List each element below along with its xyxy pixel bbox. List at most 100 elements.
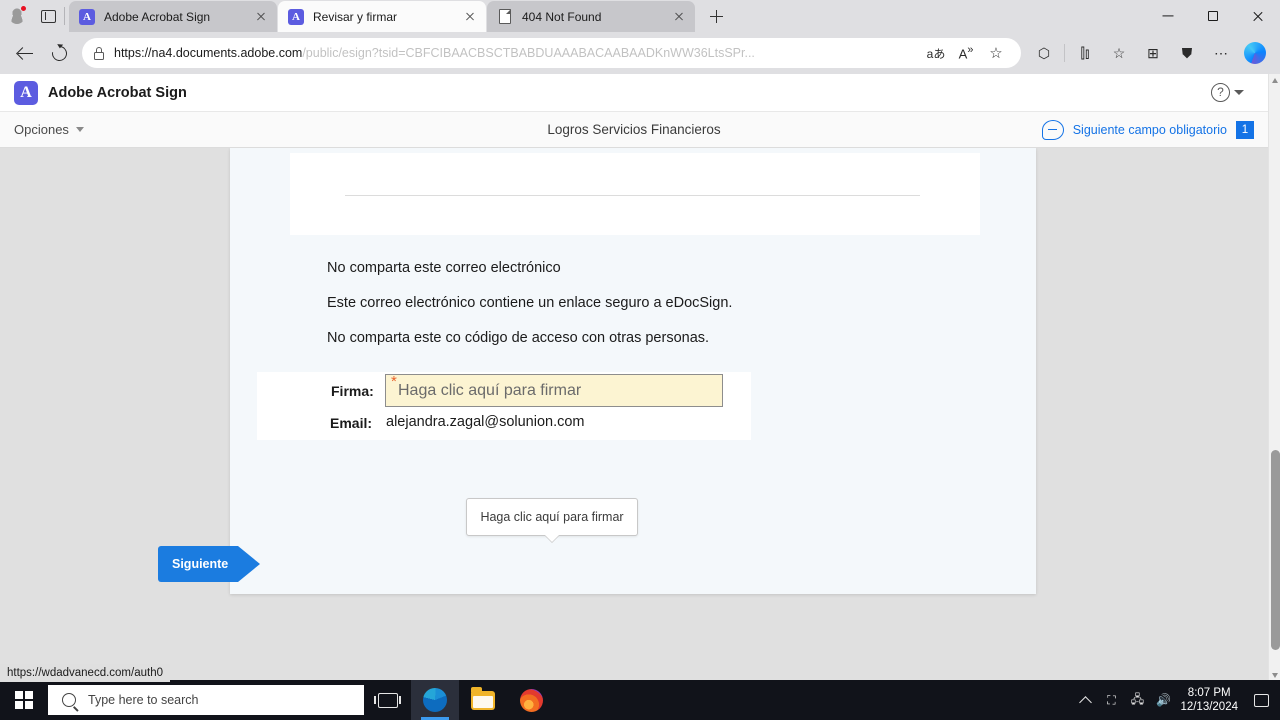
file-explorer-icon [471, 686, 495, 710]
tab-search-button[interactable] [34, 0, 62, 32]
scroll-up-arrow-icon[interactable] [1269, 74, 1280, 88]
page-icon [497, 9, 513, 25]
tab-title: Adobe Acrobat Sign [104, 9, 211, 24]
signature-tooltip: Haga clic aquí para firmar [466, 498, 638, 543]
acrobat-icon: A [79, 8, 95, 25]
next-required-field-group: Siguiente campo obligatorio 1 [1041, 119, 1254, 140]
notification-button[interactable] [1246, 680, 1276, 720]
options-menu-button[interactable]: Opciones [14, 122, 84, 137]
horizontal-rule [345, 195, 920, 196]
copilot-icon[interactable] [1238, 38, 1272, 68]
collections-icon[interactable]: ⊞ [1136, 38, 1170, 68]
url-text: https://na4.documents.adobe.com/public/e… [114, 46, 921, 60]
close-icon[interactable] [462, 9, 478, 25]
divider [64, 7, 65, 25]
close-icon[interactable] [253, 9, 269, 25]
page-viewport: A Adobe Acrobat Sign ? Opciones Logros S… [0, 74, 1268, 682]
back-button[interactable] [8, 38, 42, 68]
tab-404-not-found[interactable]: 404 Not Found [487, 1, 695, 32]
taskbar-app-file-explorer[interactable] [459, 680, 507, 720]
tab-search-icon [40, 9, 56, 23]
divider [1064, 44, 1065, 62]
chevron-down-icon [75, 127, 84, 132]
url-domain: https://na4.documents.adobe.com [114, 46, 303, 60]
favorites-icon[interactable]: ☆ [1102, 38, 1136, 68]
taskbar-search-input[interactable]: Type here to search [48, 685, 364, 715]
firefox-icon [519, 688, 543, 712]
screen-root: A Adobe Acrobat Sign A Revisar y firmar … [0, 0, 1280, 720]
document-paragraph: No comparta este co código de acceso con… [327, 330, 710, 346]
reload-button[interactable] [42, 38, 76, 68]
url-path: /public/esign?tsid=CBFCIBAACBSCTBABDUAAA… [302, 46, 755, 60]
next-required-field-count: 1 [1236, 120, 1254, 139]
maximize-button[interactable] [1190, 0, 1235, 32]
aa-translate-icon[interactable]: aあ [921, 39, 951, 67]
camera-icon[interactable]: ⛶ [1098, 680, 1124, 720]
window-controls [1145, 0, 1280, 32]
profile-alert-dot [20, 5, 27, 12]
acrobat-sign-logo: A [14, 80, 38, 105]
reload-icon [48, 42, 70, 64]
search-icon [62, 693, 76, 707]
task-view-button[interactable] [364, 680, 411, 720]
next-field-tag[interactable]: Siguiente [158, 546, 261, 582]
arrow-left-icon [17, 45, 34, 62]
close-icon[interactable] [671, 9, 687, 25]
shopping-icon[interactable]: ⛊ [1170, 38, 1204, 68]
taskbar-clock[interactable]: 8:07 PM 12/13/2024 [1176, 686, 1246, 714]
taskbar-app-edge[interactable] [411, 680, 459, 720]
next-required-field-link[interactable]: Siguiente campo obligatorio [1073, 123, 1227, 137]
tab-title: 404 Not Found [522, 9, 602, 24]
options-label: Opciones [14, 122, 69, 137]
document-paragraph: Este correo electrónico contiene un enla… [327, 295, 733, 311]
email-field-label: Email: [330, 415, 373, 431]
settings-more-icon[interactable]: ⋯ [1204, 38, 1238, 68]
tab-revisar-y-firmar[interactable]: A Revisar y firmar [278, 1, 486, 32]
browser-essentials-icon[interactable]: ⬡ [1027, 38, 1061, 68]
url-input[interactable]: https://na4.documents.adobe.com/public/e… [82, 38, 1021, 68]
split-screen-icon[interactable]: ⫿⫾ [1068, 38, 1102, 68]
tab-adobe-acrobat-sign[interactable]: A Adobe Acrobat Sign [69, 1, 277, 32]
vertical-scrollbar[interactable] [1268, 74, 1280, 682]
next-tag-arrow-icon [238, 546, 261, 582]
help-circle-icon[interactable]: ? [1211, 83, 1230, 102]
taskbar-app-firefox[interactable] [507, 680, 555, 720]
notification-icon [1253, 693, 1269, 707]
network-icon[interactable]: 🖧 [1124, 680, 1150, 720]
system-tray: ⛶ 🖧 🔊 8:07 PM 12/13/2024 [1072, 680, 1280, 720]
scrollbar-thumb[interactable] [1271, 450, 1280, 650]
acrobat-icon: A [288, 8, 304, 25]
document-toolbar: Opciones Logros Servicios Financieros Si… [0, 112, 1268, 148]
clock-time: 8:07 PM [1187, 687, 1231, 699]
help-menu[interactable]: ? [1211, 83, 1254, 102]
windows-start-icon [15, 691, 33, 709]
show-hidden-icons-chevron[interactable] [1072, 680, 1098, 720]
document-header-block [290, 153, 980, 235]
favorite-star-icon[interactable]: ☆ [981, 39, 1011, 67]
document-canvas[interactable]: No comparta este correo electrónico Este… [0, 148, 1268, 682]
chevron-down-icon[interactable] [1234, 90, 1244, 95]
new-tab-button[interactable] [702, 2, 730, 30]
volume-icon[interactable]: 🔊 [1150, 680, 1176, 720]
address-bar: https://na4.documents.adobe.com/public/e… [0, 32, 1280, 74]
read-aloud-icon[interactable]: A» [951, 39, 981, 67]
window-close-button[interactable] [1235, 0, 1280, 32]
windows-start-button[interactable] [0, 680, 48, 720]
tab-strip: A Adobe Acrobat Sign A Revisar y firmar … [0, 0, 1280, 32]
comment-bubble-icon[interactable] [1041, 119, 1064, 140]
signature-placeholder: Haga clic aquí para firmar [398, 381, 582, 399]
status-bar-url: https://wdadvanecd.com/auth0 [0, 664, 170, 682]
required-asterisk-icon: * [391, 373, 397, 390]
clock-date: 12/13/2024 [1180, 701, 1238, 713]
minimize-button[interactable] [1145, 0, 1190, 32]
signature-input[interactable]: * Haga clic aquí para firmar [385, 374, 723, 407]
tab-title: Revisar y firmar [313, 9, 398, 24]
search-placeholder: Type here to search [88, 693, 199, 707]
signature-field-label: Firma: [331, 383, 374, 399]
app-title: Adobe Acrobat Sign [48, 84, 187, 101]
email-value: alejandra.zagal@solunion.com [386, 414, 585, 430]
browser-chrome: A Adobe Acrobat Sign A Revisar y firmar … [0, 0, 1280, 74]
document-paragraph: No comparta este correo electrónico [327, 260, 561, 276]
profile-button[interactable] [0, 0, 34, 32]
task-view-icon [374, 692, 401, 708]
